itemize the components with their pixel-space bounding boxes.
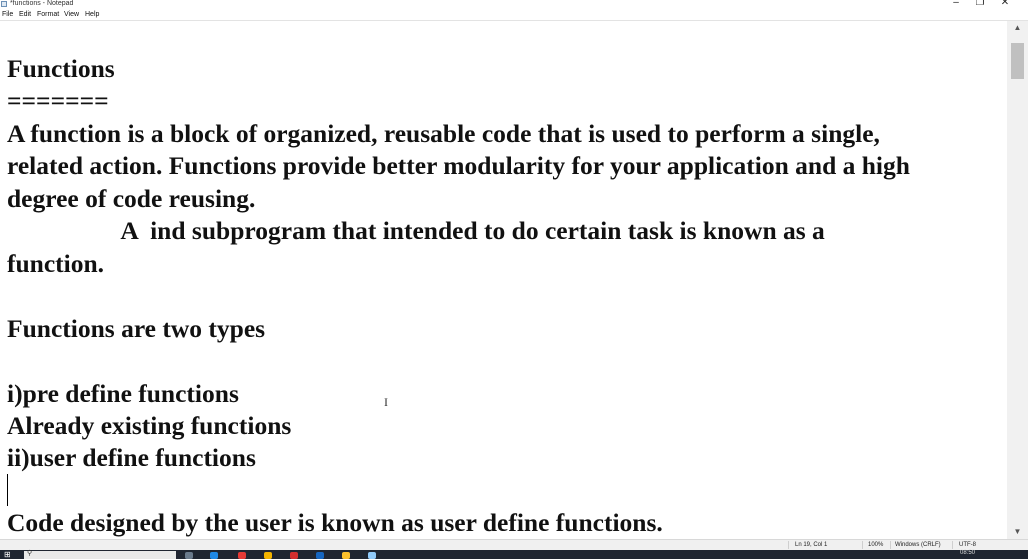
cursor-position: Ln 19, Col 1 bbox=[795, 542, 828, 548]
file-explorer-icon[interactable] bbox=[342, 552, 350, 559]
minimize-button[interactable]: – bbox=[946, 0, 966, 9]
status-bar: Ln 19, Col 1 100% Windows (CRLF) UTF-8 bbox=[0, 539, 1028, 550]
menu-view[interactable]: View bbox=[64, 9, 79, 20]
text-editor[interactable]: Functions ======= A function is a block … bbox=[0, 21, 1007, 539]
scrollbar-thumb[interactable] bbox=[1011, 43, 1024, 79]
editor-line: Functions bbox=[7, 54, 115, 83]
zoom-level: 100% bbox=[868, 542, 884, 548]
status-divider bbox=[952, 541, 953, 549]
editor-line: ======= bbox=[7, 86, 109, 115]
menu-help[interactable]: Help bbox=[85, 9, 99, 20]
scroll-up-icon[interactable]: ▲ bbox=[1007, 21, 1028, 35]
editor-line: degree of code reusing. bbox=[7, 184, 256, 213]
editor-line: Functions are two types bbox=[7, 314, 266, 343]
app-icon-red[interactable] bbox=[290, 552, 298, 559]
notepad-app-icon bbox=[1, 1, 7, 7]
menu-format[interactable]: Format bbox=[37, 9, 59, 20]
taskbar-clock[interactable]: 08:50 bbox=[960, 549, 975, 557]
window-title: *functions - Notepad bbox=[10, 0, 74, 7]
menu-bar: File Edit Format View Help bbox=[0, 9, 1028, 20]
vlc-icon[interactable] bbox=[264, 552, 272, 559]
editor-line: Code designed by the user is known as us… bbox=[7, 508, 663, 537]
title-bar: *functions - Notepad – ❐ ✕ bbox=[0, 0, 1028, 9]
ibeam-cursor-icon: I bbox=[384, 395, 388, 409]
editor-line: ii)user define functions bbox=[7, 443, 256, 472]
text-caret bbox=[7, 474, 8, 506]
line-ending: Windows (CRLF) bbox=[895, 542, 941, 548]
status-divider bbox=[890, 541, 891, 549]
maximize-button[interactable]: ❐ bbox=[970, 0, 990, 9]
menu-edit[interactable]: Edit bbox=[19, 9, 31, 20]
edge-icon[interactable] bbox=[210, 552, 218, 559]
editor-line: function. bbox=[7, 249, 105, 278]
editor-line: related action. Functions provide better… bbox=[7, 151, 910, 180]
search-icon: ⚲ bbox=[27, 550, 33, 557]
notepad-taskbar-icon[interactable] bbox=[368, 552, 376, 559]
editor-line: A ind subprogram that intended to do cer… bbox=[7, 216, 825, 245]
taskbar: ⊞ ⚲ 08:50 bbox=[0, 550, 1028, 559]
taskbar-search-box[interactable]: ⚲ bbox=[24, 550, 176, 559]
status-divider bbox=[862, 541, 863, 549]
editor-line: i)pre define functions bbox=[7, 379, 239, 408]
app-icon-blue[interactable] bbox=[316, 552, 324, 559]
chrome-icon[interactable] bbox=[238, 552, 246, 559]
windows-start-icon[interactable]: ⊞ bbox=[4, 551, 12, 559]
close-button[interactable]: ✕ bbox=[995, 0, 1015, 9]
menu-file[interactable]: File bbox=[2, 9, 13, 20]
vertical-scrollbar[interactable]: ▲ ▼ bbox=[1007, 21, 1028, 539]
editor-line: A function is a block of organized, reus… bbox=[7, 119, 880, 148]
editor-line: Already existing functions bbox=[7, 411, 292, 440]
task-view-icon[interactable] bbox=[185, 552, 193, 559]
status-divider bbox=[788, 541, 789, 549]
scroll-down-icon[interactable]: ▼ bbox=[1007, 525, 1028, 539]
